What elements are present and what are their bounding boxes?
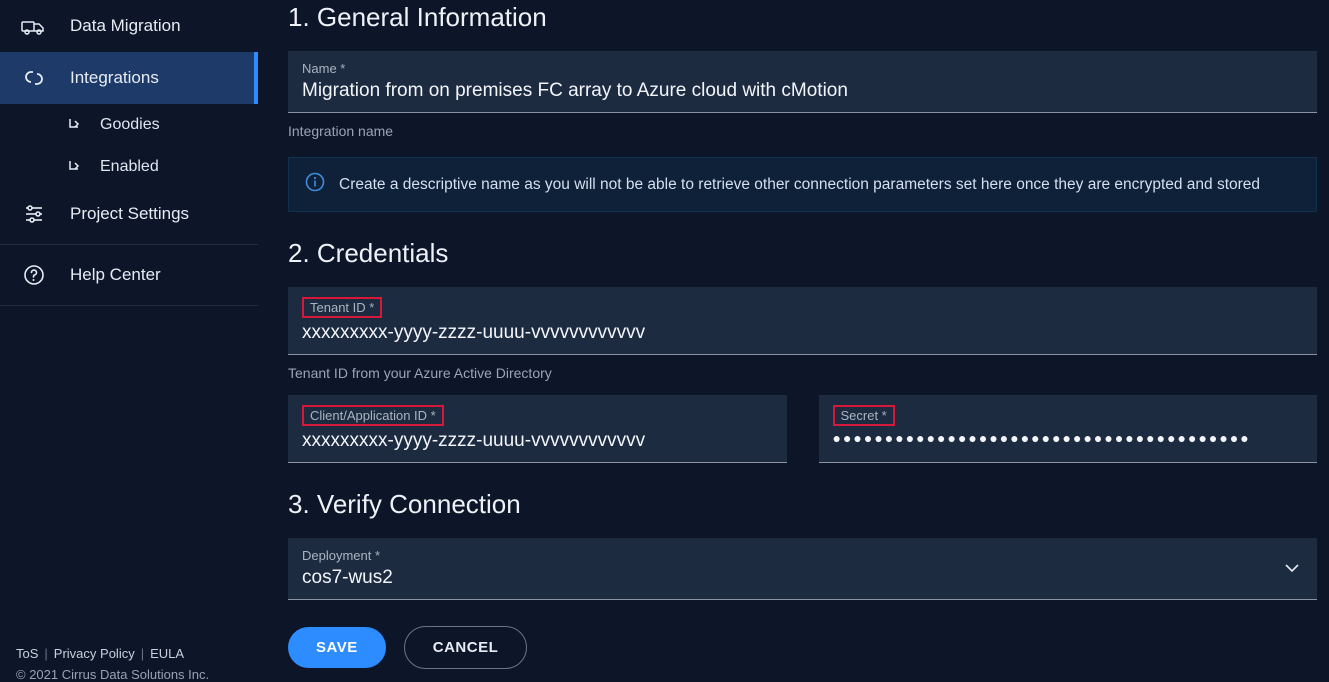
sidebar-item-data-migration[interactable]: Data Migration [0, 0, 258, 52]
sidebar: Data Migration Integrations Goodies Enab… [0, 0, 258, 682]
sidebar-item-help-center[interactable]: Help Center [0, 249, 258, 301]
separator: | [141, 646, 144, 661]
tenant-id-label: Tenant ID * [302, 297, 382, 318]
section-credentials-heading: 2. Credentials [288, 238, 1317, 269]
help-icon [20, 263, 48, 287]
link-icon [20, 66, 48, 90]
name-input[interactable] [302, 80, 1303, 102]
tenant-id-input[interactable] [302, 322, 1303, 344]
secret-label: Secret * [833, 405, 895, 426]
tenant-id-helper: Tenant ID from your Azure Active Directo… [288, 365, 1317, 381]
secret-field[interactable]: Secret * [819, 395, 1318, 463]
secret-input[interactable] [833, 430, 1304, 446]
sliders-icon [20, 202, 48, 226]
separator: | [44, 646, 47, 661]
sidebar-divider [0, 305, 258, 306]
name-field[interactable]: Name * [288, 51, 1317, 113]
chevron-down-icon [1285, 560, 1299, 578]
name-helper: Integration name [288, 123, 1317, 139]
sidebar-divider [0, 244, 258, 245]
sidebar-label-integrations: Integrations [70, 68, 159, 88]
tos-link[interactable]: ToS [16, 646, 38, 661]
subitem-arrow-icon [66, 117, 84, 133]
sidebar-footer: ToS | Privacy Policy | EULA © 2021 Cirru… [0, 634, 258, 682]
info-banner: Create a descriptive name as you will no… [288, 157, 1317, 212]
tenant-id-field[interactable]: Tenant ID * [288, 287, 1317, 355]
cancel-button[interactable]: CANCEL [404, 626, 528, 669]
client-id-field[interactable]: Client/Application ID * [288, 395, 787, 463]
info-icon [305, 172, 325, 197]
info-banner-text: Create a descriptive name as you will no… [339, 176, 1260, 194]
subitem-arrow-icon [66, 159, 84, 175]
deployment-value: cos7-wus2 [302, 567, 1303, 589]
sidebar-item-project-settings[interactable]: Project Settings [0, 188, 258, 240]
sidebar-label-help-center: Help Center [70, 265, 161, 285]
client-id-label: Client/Application ID * [302, 405, 444, 426]
section-general-heading: 1. General Information [288, 2, 1317, 33]
sidebar-label-data-migration: Data Migration [70, 16, 181, 36]
sidebar-item-integrations[interactable]: Integrations [0, 52, 258, 104]
privacy-link[interactable]: Privacy Policy [54, 646, 135, 661]
section-verify-heading: 3. Verify Connection [288, 489, 1317, 520]
main-content: 1. General Information Name * Integratio… [258, 0, 1329, 682]
deployment-label: Deployment * [302, 548, 1303, 563]
sidebar-label-enabled: Enabled [100, 158, 159, 176]
sidebar-label-project-settings: Project Settings [70, 204, 189, 224]
copyright: © 2021 Cirrus Data Solutions Inc. [16, 667, 242, 682]
deployment-field[interactable]: Deployment * cos7-wus2 [288, 538, 1317, 600]
save-button[interactable]: SAVE [288, 627, 386, 668]
client-id-input[interactable] [302, 430, 773, 452]
sidebar-label-goodies: Goodies [100, 116, 160, 134]
sidebar-subitem-enabled[interactable]: Enabled [0, 146, 258, 188]
truck-icon [20, 14, 48, 38]
eula-link[interactable]: EULA [150, 646, 184, 661]
name-label: Name * [302, 61, 1303, 76]
sidebar-subitem-goodies[interactable]: Goodies [0, 104, 258, 146]
